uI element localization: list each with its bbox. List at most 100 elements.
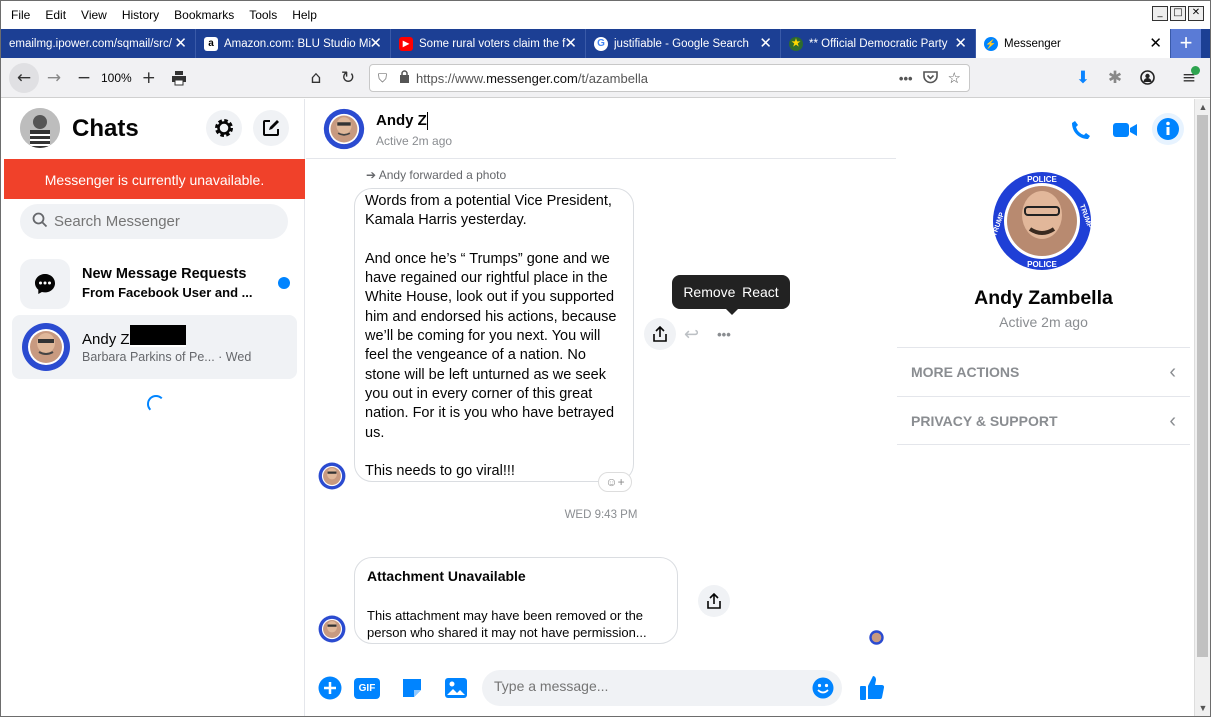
page-scrollbar[interactable]: ▲ ▼ (1194, 99, 1210, 716)
gif-label: GIF (354, 677, 380, 699)
add-reaction-icon[interactable]: ☺+ (598, 472, 632, 492)
message-actions-tooltip: Remove React (672, 275, 790, 315)
tab-close-icon[interactable]: ✕ (950, 34, 967, 52)
conversation-header: Andy Z Active 2m ago (306, 99, 1184, 159)
settings-gear-icon[interactable] (206, 110, 242, 146)
message-thread: ➔ Andy forwarded a photo Words from a po… (306, 160, 896, 666)
message-composer: GIF (306, 665, 896, 716)
close-window-button[interactable]: ✕ (1188, 6, 1204, 21)
add-icon[interactable] (317, 675, 343, 701)
url-bar[interactable]: ⛉ https://www.messenger.com/t/azambella … (369, 64, 970, 92)
chat-list-item[interactable]: Andy Z Barbara Parkins of Pe... · Wed (12, 315, 297, 379)
download-icon[interactable]: ⬇ (1068, 63, 1098, 93)
privacy-support-section[interactable]: PRIVACY & SUPPORT ‹ (897, 396, 1190, 445)
zoom-in-icon[interactable]: + (134, 63, 164, 93)
tab-close-icon[interactable]: ✕ (755, 34, 772, 52)
badge-bottom-text: POLICE (1027, 260, 1057, 269)
message-input-box[interactable] (482, 670, 842, 706)
menu-edit[interactable]: Edit (45, 8, 66, 22)
menu-help[interactable]: Help (292, 8, 317, 22)
badge-top-text: POLICE (1027, 175, 1057, 184)
sender-avatar[interactable] (318, 462, 346, 490)
menu-history[interactable]: History (122, 8, 159, 22)
more-actions-section[interactable]: MORE ACTIONS ‹ (897, 347, 1190, 396)
url-host: messenger.com (486, 70, 578, 86)
tab-google[interactable]: G justifiable - Google Search ✕ (586, 29, 781, 58)
emoji-icon[interactable] (812, 677, 834, 702)
chevron-left-icon: ‹ (1169, 410, 1176, 432)
new-message-icon[interactable] (253, 110, 289, 146)
extension-icon[interactable]: ✱ (1100, 63, 1130, 93)
maximize-button[interactable]: □ (1170, 6, 1186, 21)
lock-icon[interactable] (399, 70, 410, 86)
profile-panel: POLICE POLICE TRUMP TRUMP Andy Zambella … (897, 99, 1194, 716)
menu-file[interactable]: File (11, 8, 30, 22)
tab-label: emailmg.ipower.com/sqmail/src/ (9, 37, 172, 50)
tab-close-icon[interactable]: ✕ (560, 34, 577, 52)
tab-email[interactable]: emailmg.ipower.com/sqmail/src/ ✕ (1, 29, 196, 58)
hamburger-menu-icon[interactable]: ≡ (1174, 63, 1204, 93)
page-actions-icon[interactable]: ••• (899, 71, 913, 86)
my-avatar[interactable] (20, 108, 60, 148)
zoom-level[interactable]: 100% (101, 71, 132, 85)
home-icon[interactable]: ⌂ (301, 63, 331, 93)
chat-contact-name: Andy Z (82, 331, 130, 348)
sticker-icon[interactable] (399, 675, 425, 701)
shield-icon[interactable]: ⛉ (378, 71, 387, 86)
bookmark-star-icon[interactable]: ☆ (948, 69, 961, 87)
tab-messenger[interactable]: ⚡ Messenger ✕ (976, 29, 1171, 58)
message-actions: ↩ ••• (644, 318, 731, 350)
share-icon[interactable] (698, 585, 730, 617)
party-icon: ★ (789, 36, 803, 51)
account-icon[interactable] (1132, 63, 1162, 93)
google-icon: G (594, 36, 608, 51)
search-box[interactable] (20, 204, 288, 239)
message-requests-item[interactable]: New Message Requests From Facebook User … (12, 251, 298, 313)
forward-icon[interactable]: → (39, 63, 69, 93)
profile-badge-avatar[interactable]: POLICE POLICE TRUMP TRUMP (991, 171, 1093, 271)
gif-icon[interactable]: GIF (354, 675, 380, 701)
message-requests-icon (20, 259, 70, 309)
tab-amazon[interactable]: a Amazon.com: BLU Studio Mi ✕ (196, 29, 391, 58)
menu-bookmarks[interactable]: Bookmarks (174, 8, 234, 22)
reload-icon[interactable]: ↻ (333, 63, 363, 93)
read-receipt-avatar (869, 630, 884, 645)
unread-dot (278, 277, 290, 289)
back-icon[interactable]: ← (9, 62, 39, 93)
zoom-out-icon[interactable]: − (69, 63, 99, 93)
more-options-icon[interactable]: ••• (717, 327, 731, 342)
tab-youtube[interactable]: ▶ Some rural voters claim the f ✕ (391, 29, 586, 58)
attachment-title: Attachment Unavailable (367, 568, 526, 584)
reply-icon[interactable]: ↩ (684, 324, 699, 345)
tab-democratic-party[interactable]: ★ ** Official Democratic Party ✕ (781, 29, 976, 58)
loading-spinner (147, 395, 165, 413)
amazon-icon: a (204, 36, 218, 51)
pocket-icon[interactable] (922, 70, 938, 87)
search-input[interactable] (54, 213, 274, 230)
tab-close-icon[interactable]: ✕ (1145, 34, 1162, 52)
header-avatar[interactable] (323, 108, 365, 150)
contact-name[interactable]: Andy Z (376, 112, 427, 129)
print-icon[interactable] (164, 63, 194, 93)
tab-close-icon[interactable]: ✕ (170, 34, 187, 52)
menu-tools[interactable]: Tools (249, 8, 277, 22)
tab-close-icon[interactable]: ✕ (365, 34, 382, 52)
scroll-down-icon[interactable]: ▼ (1195, 700, 1211, 716)
thumbs-up-icon[interactable] (857, 673, 887, 703)
message-input[interactable] (494, 678, 794, 694)
scroll-up-icon[interactable]: ▲ (1195, 99, 1211, 115)
new-tab-button[interactable]: + (1171, 29, 1201, 58)
contact-status: Active 2m ago (376, 134, 453, 148)
minimize-button[interactable]: _ (1152, 6, 1168, 21)
chat-time: · Wed (214, 350, 252, 364)
share-icon[interactable] (644, 318, 676, 350)
message-bubble[interactable]: Words from a potential Vice President, K… (354, 188, 634, 482)
menu-view[interactable]: View (81, 8, 107, 22)
react-option[interactable]: React (742, 284, 779, 300)
sender-avatar[interactable] (318, 615, 346, 643)
attachment-bubble[interactable]: Attachment Unavailable This attachment m… (354, 557, 678, 644)
attachment-line: person who shared it may not have permis… (367, 624, 647, 640)
remove-option[interactable]: Remove (683, 284, 735, 300)
photo-icon[interactable] (443, 675, 469, 701)
scrollbar-thumb[interactable] (1197, 115, 1208, 657)
